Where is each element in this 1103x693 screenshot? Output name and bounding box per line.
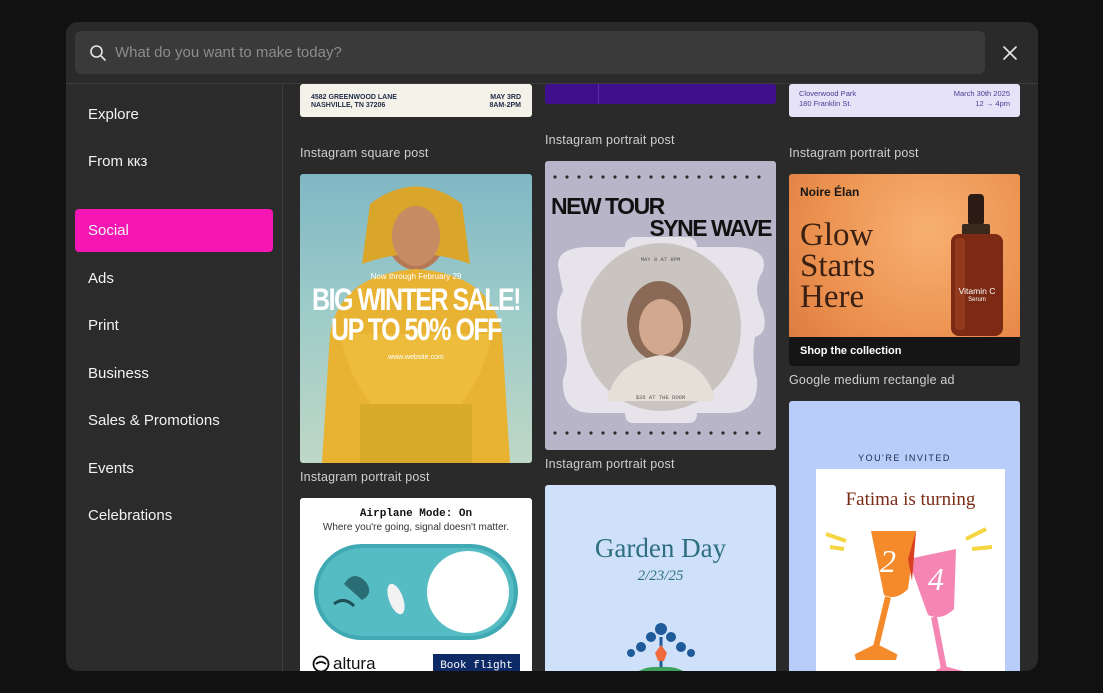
toggle-ocean-graphic (314, 544, 518, 640)
event-address: 4582 GREENWOOD LANE (311, 94, 397, 101)
sidebar-item-celebrations[interactable]: Celebrations (75, 494, 273, 537)
invite-kicker: YOU'RE INVITED (858, 453, 951, 463)
card-divider-line (598, 84, 599, 104)
serum-headline-2: Starts (800, 248, 876, 284)
airplane-title: Airplane Mode: On (359, 508, 473, 520)
invite-digit-1: 2 (880, 543, 896, 579)
sidebar-item-ads[interactable]: Ads (75, 257, 273, 300)
sale-kicker: Now through February 29 (370, 272, 462, 281)
template-grid: 4582 GREENWOOD LANE NASHVILLE, TN 37206 … (283, 84, 1038, 671)
template-card-winter-sale[interactable]: Now through February 29 BIG WINTER SALE!… (300, 174, 532, 463)
invite-digit-2: 4 (928, 561, 944, 597)
template-card-birthday-invite[interactable]: YOU'RE INVITED Fatima is turning 2 4 (789, 401, 1020, 671)
champagne-glasses (825, 527, 993, 671)
template-card-event-flyer[interactable]: 4582 GREENWOOD LANE NASHVILLE, TN 37206 … (300, 84, 532, 117)
search-icon (90, 45, 106, 61)
serum-cta-bar[interactable]: Shop the collection (789, 337, 1020, 366)
invite-card-panel: Fatima is turning 2 4 (816, 469, 1005, 671)
sidebar-item-social[interactable]: Social (75, 209, 273, 252)
altura-logo-icon (312, 655, 330, 671)
bottle-label: Vitamin C (958, 286, 996, 296)
tour-date: MAY 8 AT 8PM (640, 256, 681, 263)
template-card-purple-post[interactable] (545, 84, 776, 104)
event-date: March 30th 2025 (953, 89, 1010, 98)
search-bar[interactable] (75, 31, 985, 74)
event-place: Cloverwood Park (799, 89, 857, 98)
sidebar-item-business[interactable]: Business (75, 352, 273, 395)
template-card-park-event[interactable]: Cloverwood Park 180 Franklin St. March 3… (789, 84, 1020, 117)
garden-title: Garden Day (594, 533, 727, 563)
garden-date: 2/23/25 (637, 568, 684, 584)
template-card-serum-ad[interactable]: Noire Élan Glow Starts Here Vitamin C Se… (789, 174, 1020, 366)
tour-headline-2: SYNE WAVE (649, 215, 772, 241)
tour-price: $35 AT THE DOOR (635, 394, 686, 401)
template-caption: Google medium rectangle ad (789, 373, 955, 387)
book-flight-label: Book flight (440, 660, 513, 671)
event-city: NASHVILLE, TN 37206 (311, 102, 386, 109)
serum-headline-1: Glow (800, 217, 874, 253)
template-card-garden-day[interactable]: Garden Day 2/23/25 (545, 485, 776, 671)
serum-headline: Glow Starts Here (800, 217, 876, 315)
airplane-brand: altura (333, 654, 376, 671)
sidebar-item-events[interactable]: Events (75, 447, 273, 490)
serum-cta-label: Shop the collection (800, 345, 902, 357)
event-date: MAY 3RD (490, 94, 521, 101)
bottle-sublabel: Serum (968, 297, 986, 303)
event-street: 180 Franklin St. (799, 99, 852, 108)
sidebar-item-sales-promotions[interactable]: Sales & Promotions (75, 399, 273, 442)
template-caption: Instagram portrait post (300, 470, 430, 484)
close-icon[interactable] (999, 42, 1021, 64)
sidebar-item-explore[interactable]: Explore (75, 93, 273, 136)
category-sidebar: Explore From ккз Social Ads Print Busine… (66, 84, 282, 671)
sale-headline-2: UP TO 50% OFF (331, 312, 502, 348)
brand-name: Noire Élan (800, 185, 860, 199)
invite-name: Fatima is turning (845, 489, 976, 510)
tour-headline-1: NEW TOUR (551, 193, 665, 219)
sidebar-item-print[interactable]: Print (75, 304, 273, 347)
template-caption: Instagram portrait post (789, 146, 919, 160)
event-time: 8AM-2PM (489, 102, 521, 109)
book-flight-button[interactable]: Book flight (433, 654, 520, 671)
template-card-airplane-mode[interactable]: Airplane Mode: On Where you're going, si… (300, 498, 532, 671)
template-card-new-tour[interactable]: NEW TOUR SYNE WAVE MAY 8 AT 8PM $35 AT T… (545, 161, 776, 450)
airplane-subtitle: Where you're going, signal doesn't matte… (322, 522, 510, 533)
sidebar-item-from-brand[interactable]: From ккз (75, 140, 273, 183)
template-caption: Instagram portrait post (545, 457, 675, 471)
flower-illustration (627, 623, 695, 671)
template-caption: Instagram square post (300, 146, 429, 160)
event-time: 12 → 4pm (975, 99, 1010, 108)
template-caption: Instagram portrait post (545, 133, 675, 147)
sale-website: www.website.com (388, 354, 444, 361)
template-picker-modal: Explore From ккз Social Ads Print Busine… (66, 22, 1038, 671)
search-input[interactable] (115, 31, 975, 74)
serum-headline-3: Here (800, 279, 865, 315)
